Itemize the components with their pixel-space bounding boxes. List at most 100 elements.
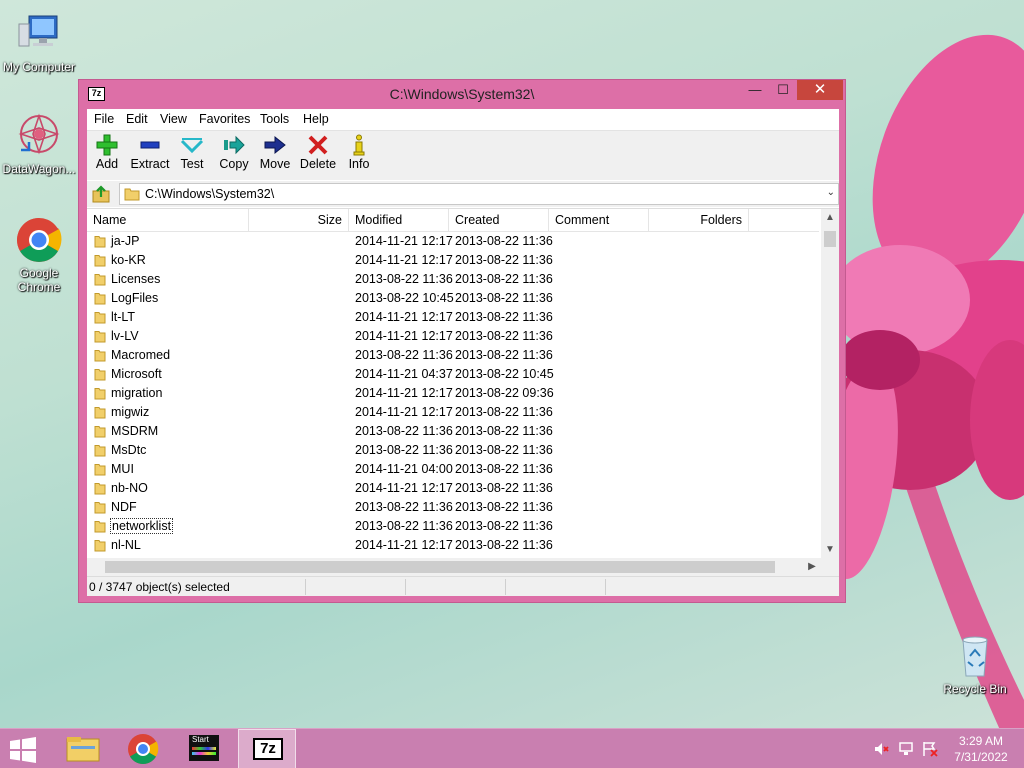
scroll-down-icon[interactable]: ▼ — [821, 541, 839, 558]
row-modified: 2013-08-22 11:36 — [355, 500, 453, 514]
menu-view[interactable]: View — [160, 112, 187, 126]
scroll-left-icon[interactable] — [87, 558, 105, 576]
table-row[interactable]: Microsoft 2014-11-21 04:37 2013-08-22 10:4… — [87, 365, 819, 384]
table-row[interactable]: lv-LV 2014-11-21 12:17 2013-08-22 11:36 — [87, 327, 819, 346]
title-bar[interactable]: 7z C:\Windows\System32\ — ☐ ✕ — [79, 80, 845, 108]
row-created: 2013-08-22 09:36 — [455, 386, 554, 400]
copy-button[interactable]: Copy — [212, 134, 256, 171]
move-button[interactable]: Move — [253, 134, 297, 171]
horizontal-scroll-thumb[interactable] — [105, 561, 775, 573]
table-row[interactable]: MSDRM 2013-08-22 11:36 2013-08-22 11:36 — [87, 422, 819, 441]
menu-edit[interactable]: Edit — [126, 112, 148, 126]
desktop-icon-my-computer[interactable]: My Computer — [0, 10, 78, 74]
menu-tools[interactable]: Tools — [260, 112, 289, 126]
scroll-right-icon[interactable]: ▶ — [803, 558, 821, 576]
row-name-text: nl-NL — [111, 538, 141, 552]
chevron-down-icon[interactable]: ⌄ — [827, 187, 835, 198]
copy-label: Copy — [219, 157, 249, 171]
column-header-folders[interactable]: Folders — [649, 209, 749, 231]
windows-start-button[interactable] — [8, 737, 38, 763]
menu-favorites[interactable]: Favorites — [199, 112, 250, 126]
row-name-text: lt-LT — [111, 310, 136, 324]
desktop-icon-recycle-bin[interactable]: Recycle Bin — [936, 632, 1014, 696]
taskbar-seven-zip[interactable]: 7z — [238, 729, 296, 768]
row-created: 2013-08-22 11:36 — [455, 462, 553, 476]
info-button[interactable]: Info — [337, 134, 381, 171]
recycle-bin-icon — [951, 632, 999, 680]
taskbar-google-chrome[interactable] — [114, 729, 172, 768]
row-modified: 2013-08-22 11:36 — [355, 424, 453, 438]
column-header-size[interactable]: Size — [249, 209, 349, 231]
row-name: Macromed — [111, 346, 170, 365]
row-name-text: nb-NO — [111, 481, 148, 495]
row-created: 2013-08-22 11:36 — [455, 234, 553, 248]
move-label: Move — [259, 157, 291, 171]
table-row[interactable]: MsDtc 2013-08-22 11:36 2013-08-22 11:36 — [87, 441, 819, 460]
taskbar-file-explorer[interactable] — [54, 729, 112, 768]
address-path-combobox[interactable]: C:\Windows\System32\ ⌄ — [119, 183, 839, 205]
taskbar-start-app[interactable]: Start — [174, 729, 232, 768]
vertical-scrollbar[interactable]: ▲ ▼ — [821, 209, 839, 558]
table-row[interactable]: Macromed 2013-08-22 11:36 2013-08-22 11:36 — [87, 346, 819, 365]
network-icon[interactable] — [898, 741, 916, 760]
close-button[interactable]: ✕ — [797, 80, 843, 100]
test-button[interactable]: Test — [170, 134, 214, 171]
move-arrow-icon — [264, 135, 286, 155]
desktop-icon-label: Recycle Bin — [943, 682, 1007, 696]
desktop-icon-datawagon[interactable]: DataWagon... — [0, 112, 78, 176]
table-row[interactable]: nb-NO 2014-11-21 12:17 2013-08-22 11:36 — [87, 479, 819, 498]
chrome-icon — [128, 734, 159, 765]
address-bar: C:\Windows\System32\ ⌄ — [87, 181, 839, 207]
parent-folder-button[interactable] — [91, 184, 111, 204]
table-row[interactable]: nl-NL 2014-11-21 12:17 2013-08-22 11:36 — [87, 536, 819, 555]
vertical-scroll-thumb[interactable] — [824, 231, 836, 247]
table-row[interactable]: Licenses 2013-08-22 11:36 2013-08-22 11:36 — [87, 270, 819, 289]
row-modified: 2014-11-21 12:17 — [355, 253, 453, 267]
table-row[interactable]: MUI 2014-11-21 04:00 2013-08-22 11:36 — [87, 460, 819, 479]
menu-help[interactable]: Help — [303, 112, 329, 126]
add-button[interactable]: Add — [85, 134, 129, 171]
row-created: 2013-08-22 11:36 — [455, 348, 553, 362]
row-created: 2013-08-22 11:36 — [455, 424, 553, 438]
scroll-up-icon[interactable]: ▲ — [821, 209, 839, 227]
table-row[interactable]: ja-JP 2014-11-21 12:17 2013-08-22 11:36 — [87, 232, 819, 251]
column-header-name[interactable]: Name — [87, 209, 249, 231]
delete-label: Delete — [299, 157, 337, 171]
row-name: nl-NL — [111, 536, 141, 555]
taskbar-clock[interactable]: 3:29 AM 7/31/2022 — [948, 733, 1014, 765]
plus-icon — [96, 134, 118, 156]
test-label: Test — [180, 157, 204, 171]
row-modified: 2013-08-22 11:36 — [355, 272, 453, 286]
minimize-button[interactable]: — — [741, 80, 769, 100]
row-created: 2013-08-22 11:36 — [455, 481, 553, 495]
row-name-text: migwiz — [111, 405, 150, 419]
windows-logo-icon — [10, 737, 36, 763]
extract-button[interactable]: Extract — [128, 134, 172, 171]
row-created: 2013-08-22 11:36 — [455, 329, 553, 343]
clock-date: 7/31/2022 — [954, 750, 1008, 764]
action-center-flag-icon[interactable] — [922, 741, 938, 760]
table-row[interactable]: NDF 2013-08-22 11:36 2013-08-22 11:36 — [87, 498, 819, 517]
row-name: MSDRM — [111, 422, 158, 441]
file-list[interactable]: Name Size Modified Created Comment Folde… — [87, 208, 839, 558]
volume-muted-icon[interactable] — [874, 741, 890, 760]
maximize-button[interactable]: ☐ — [769, 80, 797, 100]
delete-x-icon — [308, 135, 328, 155]
column-header-created[interactable]: Created — [449, 209, 549, 231]
table-row[interactable]: lt-LT 2014-11-21 12:17 2013-08-22 11:36 — [87, 308, 819, 327]
table-row[interactable]: migration 2014-11-21 12:17 2013-08-22 09:3… — [87, 384, 819, 403]
row-modified: 2014-11-21 04:37 — [355, 367, 453, 381]
column-header-modified[interactable]: Modified — [349, 209, 449, 231]
table-row[interactable]: networklist 2013-08-22 11:36 2013-08-22 11… — [87, 517, 819, 536]
table-row[interactable]: ko-KR 2014-11-21 12:17 2013-08-22 11:36 — [87, 251, 819, 270]
info-label: Info — [348, 157, 370, 171]
table-row[interactable]: LogFiles 2013-08-22 10:45 2013-08-22 11:36 — [87, 289, 819, 308]
column-header-comment[interactable]: Comment — [549, 209, 649, 231]
row-created: 2013-08-22 11:36 — [455, 253, 553, 267]
delete-button[interactable]: Delete — [296, 134, 340, 171]
table-row[interactable]: migwiz 2014-11-21 12:17 2013-08-22 11:36 — [87, 403, 819, 422]
horizontal-scrollbar[interactable]: ▶ — [87, 558, 821, 576]
desktop-icon-google-chrome[interactable]: Google Chrome — [0, 216, 78, 294]
row-name-text: Macromed — [111, 348, 171, 362]
menu-file[interactable]: File — [94, 112, 114, 126]
